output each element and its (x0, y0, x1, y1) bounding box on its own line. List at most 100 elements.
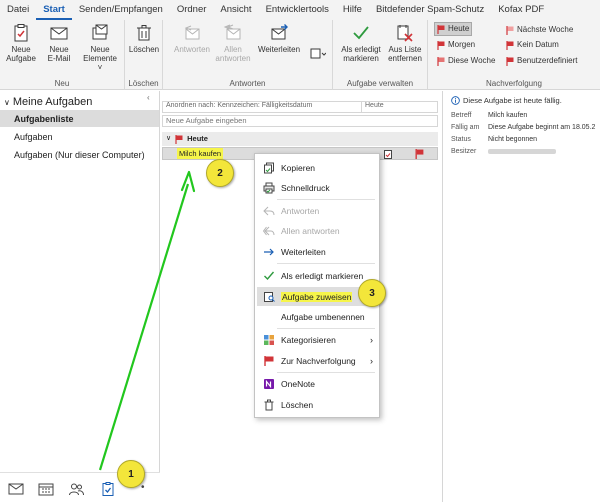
menu-item-follow-up[interactable]: Zur Nachverfolgung › (257, 351, 377, 370)
check-icon (264, 271, 275, 280)
reply-all-icon (263, 226, 275, 235)
menu-item-assign-task-label: Aufgabe zuweisen (281, 291, 353, 302)
prop-owner: Besitzer (451, 148, 556, 155)
arrange-by-label[interactable]: Anordnen nach: Kennzeichen: Fälligkeitsd… (166, 102, 312, 109)
delete-label: Löschen (128, 45, 160, 54)
menu-item-mark-complete-label: Als erledigt markieren (281, 270, 364, 281)
menu-item-rename-task[interactable]: Aufgabe umbenennen (257, 307, 377, 326)
tab-senden-empfangen[interactable]: Senden/Empfangen (72, 0, 170, 20)
menu-item-onenote[interactable]: OneNote (257, 374, 377, 393)
menu-separator (277, 372, 375, 373)
people-icon[interactable] (68, 482, 84, 496)
menu-item-mark-complete[interactable]: Als erledigt markieren (257, 266, 377, 285)
tasks-icon[interactable] (100, 482, 116, 496)
new-items-label-1: Neue (90, 45, 110, 54)
followup-this-week-button[interactable]: Diese Woche (435, 54, 497, 68)
tab-datei[interactable]: Datei (0, 0, 36, 20)
reply-all-envelope-icon (223, 24, 241, 40)
reply-all-label-1: Allen (224, 45, 242, 54)
info-icon (451, 96, 460, 105)
menu-item-copy[interactable]: Kopieren (257, 158, 377, 177)
nav-item-aufgaben-lokal[interactable]: Aufgaben (Nur dieser Computer) (14, 150, 145, 160)
new-email-label-2: E-Mail (47, 54, 71, 63)
ribbon-group-neu: Neue Aufgabe Neue E-Mail Neue Elemente ˅… (0, 20, 125, 90)
more-modules-icon[interactable]: • (141, 482, 145, 493)
tab-ordner[interactable]: Ordner (170, 0, 214, 20)
prop-due-key: Fällig am (451, 124, 480, 131)
collapse-pane-icon[interactable]: ‹ (147, 93, 150, 102)
prop-due-value: Diese Aufgabe beginnt am 18.05.2 (488, 124, 596, 131)
tab-hilfe[interactable]: Hilfe (336, 0, 369, 20)
followup-tomorrow-button[interactable]: Morgen (435, 38, 477, 52)
followup-tomorrow-label: Morgen (448, 40, 476, 49)
flag-icon (506, 40, 514, 50)
menu-separator (277, 263, 375, 264)
followup-custom-button[interactable]: Benutzerdefiniert (504, 54, 579, 68)
due-column-header[interactable]: Heute (361, 102, 384, 112)
tab-start[interactable]: Start (36, 0, 72, 20)
new-task-icon (14, 24, 28, 42)
chevron-down-icon: ∨ (166, 135, 172, 142)
chevron-down-icon: ∨ (4, 97, 10, 107)
prop-subject-key: Betreff (451, 112, 472, 119)
menu-item-onenote-label: OneNote (281, 378, 316, 389)
task-clipboard-icon[interactable] (383, 149, 393, 159)
nav-item-aufgaben[interactable]: Aufgaben (14, 132, 53, 142)
step-badge-1: 1 (117, 460, 145, 488)
new-task-button[interactable]: Neue Aufgabe (3, 23, 39, 63)
mail-icon[interactable] (8, 482, 24, 496)
flag-icon (437, 40, 445, 50)
ribbon-group-loeschen: Löschen Löschen (125, 20, 163, 90)
navigation-pane: ‹ ∨ Meine Aufgaben Aufgabenliste Aufgabe… (0, 91, 160, 502)
menu-item-quick-print[interactable]: Schnelldruck (257, 178, 377, 197)
followup-no-date-button[interactable]: Kein Datum (504, 38, 561, 52)
delete-button[interactable]: Löschen (126, 23, 162, 54)
group-label-loeschen: Löschen (128, 79, 159, 88)
new-email-button[interactable]: Neue E-Mail (41, 23, 77, 63)
new-items-button[interactable]: Neue Elemente ˅ (80, 23, 120, 72)
prop-subject-value: Milch kaufen (488, 112, 528, 119)
due-info-bar: Diese Aufgabe ist heute fällig. (451, 96, 562, 105)
categorize-icon (264, 334, 274, 345)
followup-next-week-button[interactable]: Nächste Woche (504, 23, 575, 37)
my-tasks-header[interactable]: ∨ Meine Aufgaben (4, 96, 92, 108)
tab-entwicklertools[interactable]: Entwicklertools (259, 0, 336, 20)
menu-item-reply[interactable]: Antworten (257, 201, 377, 220)
menu-item-categorize[interactable]: Kategorisieren › (257, 330, 377, 349)
remove-from-list-button[interactable]: Aus Liste entfernen (385, 23, 425, 63)
menu-separator (277, 328, 375, 329)
remove-label-2: entfernen (388, 54, 422, 63)
prop-subject: Betreff Milch kaufen (451, 112, 527, 119)
calendar-icon[interactable] (38, 482, 54, 496)
menu-item-delete[interactable]: Löschen (257, 395, 377, 414)
forward-button[interactable]: Weiterleiten (255, 23, 303, 54)
group-label-verwalten: Aufgabe verwalten (346, 79, 414, 88)
menu-item-delete-label: Löschen (281, 399, 314, 410)
group-header-heute[interactable]: ∨ Heute (162, 132, 438, 146)
followup-custom-label: Benutzerdefiniert (517, 56, 578, 65)
copy-icon (264, 162, 274, 173)
reply-all-button[interactable]: Allen antworten (215, 23, 251, 63)
nav-item-aufgabenliste[interactable]: Aufgabenliste (14, 114, 74, 124)
prop-status-key: Status (451, 136, 471, 143)
menu-item-reply-all[interactable]: Allen antworten (257, 221, 377, 240)
tab-kofax-pdf[interactable]: Kofax PDF (491, 0, 551, 20)
reply-button[interactable]: Antworten (171, 23, 213, 54)
flag-icon (264, 355, 274, 366)
followup-today-button[interactable]: Heute (434, 22, 473, 36)
ribbon-group-verwalten: Als erledigt markieren Aus Liste entfern… (333, 20, 428, 90)
tab-ansicht[interactable]: Ansicht (213, 0, 258, 20)
new-items-icon (92, 24, 108, 40)
menu-item-follow-up-label: Zur Nachverfolgung (281, 355, 356, 366)
tab-bitdefender[interactable]: Bitdefender Spam-Schutz (369, 0, 491, 20)
prop-due: Fällig am Diese Aufgabe beginnt am 18.05… (451, 124, 595, 131)
mark-complete-label-1: Als erledigt (341, 45, 381, 54)
group-label-nachverfolgung: Nachverfolgung (485, 79, 543, 88)
more-respond-button[interactable] (307, 48, 329, 62)
menu-item-forward[interactable]: Weiterleiten (257, 242, 377, 261)
new-task-input[interactable]: Neue Aufgabe eingeben (162, 115, 438, 127)
print-icon (263, 182, 275, 193)
task-flag-icon[interactable] (415, 149, 424, 159)
mark-complete-button[interactable]: Als erledigt markieren (337, 23, 385, 63)
new-email-label-1: Neue (49, 45, 69, 54)
